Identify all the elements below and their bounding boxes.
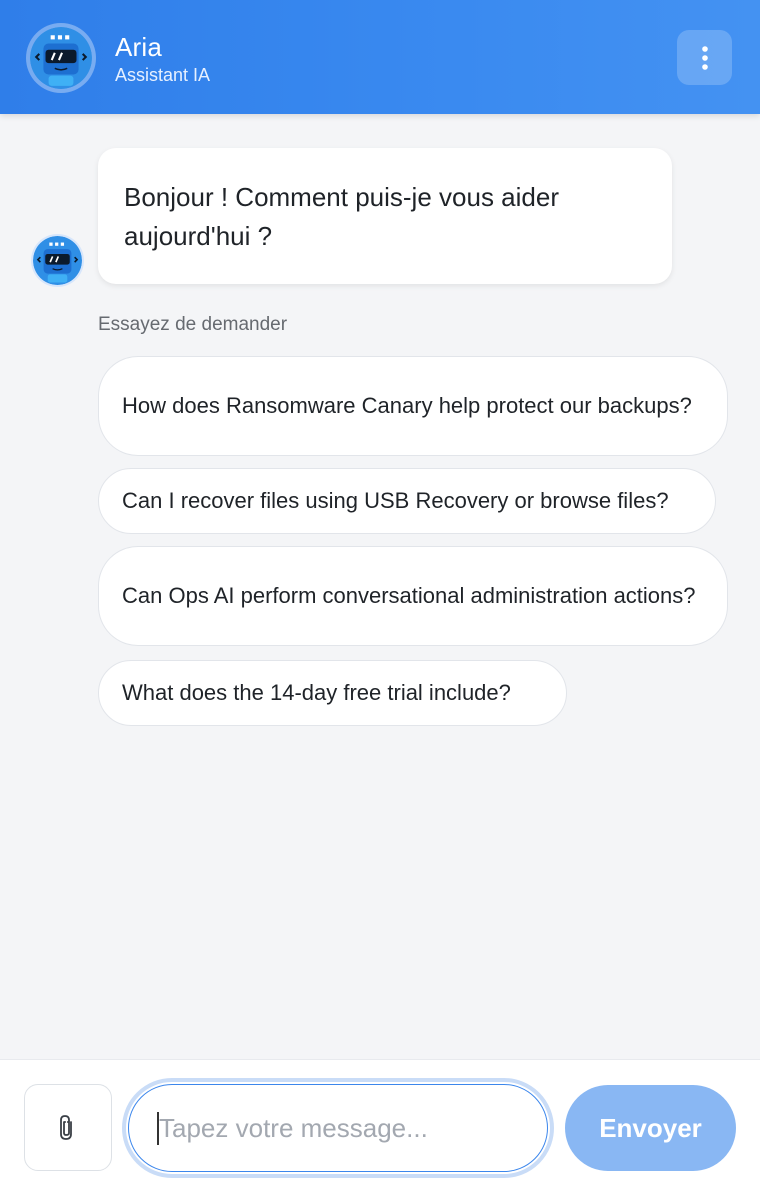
bot-message: Bonjour ! Comment puis-je vous aider auj… [98, 148, 672, 284]
suggestion-chip[interactable]: Can Ops AI perform conversational admini… [98, 546, 728, 646]
suggestions-label: Essayez de demander [98, 314, 288, 335]
menu-button[interactable] [677, 30, 732, 85]
attach-button[interactable] [24, 1084, 112, 1171]
message-input[interactable] [128, 1084, 548, 1172]
message-input-wrapper [122, 1078, 554, 1178]
robot-icon [30, 27, 92, 89]
suggestion-text: Can I recover files using USB Recovery o… [122, 488, 669, 513]
suggestion-chip[interactable]: What does the 14-day free trial include? [98, 660, 567, 726]
robot-icon [33, 236, 82, 285]
more-vertical-icon [701, 45, 708, 70]
chat-header: Aria Assistant IA [0, 0, 760, 114]
suggestion-text: How does Ransomware Canary help protect … [122, 393, 692, 418]
paperclip-icon [60, 1114, 72, 1140]
bot-subtitle: Assistant IA [115, 65, 211, 85]
suggestion-text: Can Ops AI perform conversational admini… [122, 583, 696, 608]
suggestion-chip[interactable]: Can I recover files using USB Recovery o… [98, 468, 716, 534]
message-avatar [31, 234, 84, 287]
bot-name: Aria [115, 32, 163, 62]
suggestion-text: What does the 14-day free trial include? [122, 680, 511, 705]
suggestion-chip[interactable]: How does Ransomware Canary help protect … [98, 356, 728, 456]
send-button[interactable]: Envoyer [565, 1085, 736, 1171]
text-cursor [157, 1112, 159, 1145]
bot-avatar [26, 23, 96, 93]
